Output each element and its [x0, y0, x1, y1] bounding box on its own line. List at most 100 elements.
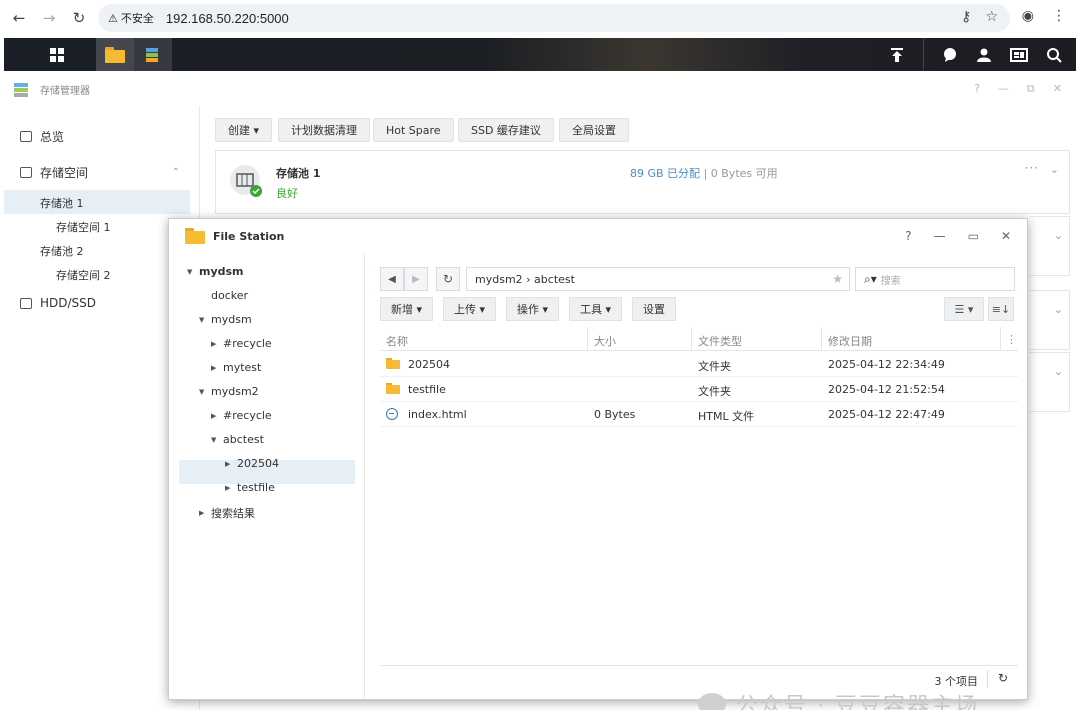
tree-item-recycle-1[interactable]: ▶ #recycle	[211, 337, 272, 350]
column-size[interactable]: 大小	[594, 333, 616, 349]
ssd-cache-button[interactable]: SSD 缓存建议	[458, 118, 554, 142]
refresh-icon[interactable]: ↻	[998, 671, 1008, 685]
tree-item-mydsm2[interactable]: ▼ mydsm2	[199, 385, 259, 398]
address-bar[interactable]: ⚠ 不安全 192.168.50.220:5000 ⚷ ☆	[98, 4, 1010, 32]
tree-item-testfile[interactable]: ▶ testfile	[225, 481, 275, 494]
reload-icon[interactable]: ↻	[68, 7, 90, 29]
close-icon[interactable]: ✕	[1001, 229, 1011, 243]
dsm-taskbar	[4, 38, 1076, 71]
table-row[interactable]: index.html 0 Bytes HTML 文件 2025-04-12 22…	[380, 402, 1018, 427]
help-icon[interactable]: ?	[905, 229, 911, 243]
caret-right-icon: ▶	[225, 459, 231, 468]
create-button[interactable]: 创建 ▾	[215, 118, 273, 142]
column-menu-icon[interactable]: ⋮	[1006, 333, 1017, 346]
caret-right-icon: ▶	[199, 509, 205, 517]
taskbar-file-station-button[interactable]	[96, 38, 134, 71]
widgets-icon[interactable]	[1010, 47, 1028, 63]
sidebar-item-pool1[interactable]: 存储池 1	[40, 195, 84, 211]
profile-icon[interactable]: ◉	[1022, 8, 1034, 24]
pool-card-4-edge[interactable]: ⌄	[1030, 352, 1070, 412]
sidebar-item-volume2[interactable]: 存储空间 2	[56, 267, 111, 283]
more-options-icon[interactable]: ···	[1025, 161, 1039, 175]
search-icon[interactable]	[1046, 47, 1062, 63]
menu-kebab-icon[interactable]: ⋮	[1052, 8, 1066, 24]
column-name[interactable]: 名称	[386, 333, 408, 349]
sidebar-item-pool2[interactable]: 存储池 2	[40, 243, 84, 259]
maximize-icon[interactable]: ▭	[968, 229, 979, 243]
sort-icon: ≡↓	[991, 302, 1011, 316]
forward-icon[interactable]: →	[38, 7, 60, 29]
html-file-icon	[386, 408, 398, 420]
warning-icon: ⚠	[108, 11, 118, 25]
sidebar-item-volume1[interactable]: 存储空间 1	[56, 219, 111, 235]
storage-manager-icon	[14, 83, 28, 97]
hot-spare-button[interactable]: Hot Spare	[373, 118, 454, 142]
column-type[interactable]: 文件类型	[698, 333, 742, 349]
minimize-icon[interactable]: —	[934, 229, 946, 243]
column-modified[interactable]: 修改日期	[828, 333, 872, 349]
settings-button[interactable]: 设置	[632, 297, 676, 321]
pool-card[interactable]: 存储池 1 良好 89 GB 已分配 | 0 Bytes 可用 ··· ⌄	[215, 150, 1070, 214]
bookmark-star-icon[interactable]: ☆	[985, 9, 998, 25]
minimize-icon[interactable]: —	[998, 82, 1009, 96]
schedule-scrub-button[interactable]: 计划数据清理	[278, 118, 370, 142]
tree-item-202504[interactable]: ▶ 202504	[225, 457, 279, 470]
new-button[interactable]: 新增 ▾	[380, 297, 434, 321]
file-station-titlebar[interactable]: File Station ? — ▭ ✕	[169, 219, 1027, 253]
caret-right-icon: ▶	[211, 411, 217, 420]
upload-icon[interactable]	[889, 47, 905, 63]
help-icon[interactable]: ?	[974, 82, 980, 96]
close-icon[interactable]: ✕	[1053, 82, 1062, 96]
sidebar-item-overview[interactable]: 总览	[20, 128, 64, 145]
search-icon: ⌕▾	[864, 271, 877, 286]
table-row[interactable]: 202504 文件夹 2025-04-12 22:34:49	[380, 352, 1018, 377]
sort-button[interactable]: ≡↓	[988, 297, 1014, 321]
tree-item-recycle-2[interactable]: ▶ #recycle	[211, 409, 272, 422]
restore-icon[interactable]: ⧉	[1027, 82, 1035, 96]
file-list-panel: ◀ ▶ ↻ mydsm2 › abctest ★ ⌕▾ 搜索 新增 ▾ 上传 ▾…	[366, 253, 1027, 699]
tree-item-abctest[interactable]: ▼ abctest	[211, 433, 264, 446]
main-menu-button[interactable]	[40, 38, 74, 71]
back-icon[interactable]: ←	[8, 7, 30, 29]
chevron-down-icon[interactable]: ⌄	[1050, 163, 1059, 176]
chevron-down-icon: ⌄	[1053, 365, 1063, 378]
storage-icon	[146, 47, 158, 62]
sidebar-selection	[4, 190, 190, 214]
caret-down-icon: ▼	[211, 435, 217, 444]
pool-card-2-edge[interactable]: ⌄	[1030, 216, 1070, 276]
pool-status: 良好	[276, 187, 298, 200]
file-station-icon	[185, 228, 205, 244]
grid-icon	[50, 47, 64, 62]
caret-down-icon: ▼	[199, 315, 205, 324]
refresh-button[interactable]: ↻	[436, 267, 460, 291]
password-key-icon[interactable]: ⚷	[961, 9, 971, 25]
path-field[interactable]: mydsm2 › abctest ★	[466, 267, 850, 291]
upload-button[interactable]: 上传 ▾	[443, 297, 497, 321]
sidebar-item-hdd[interactable]: HDD/SSD	[20, 296, 96, 310]
action-button[interactable]: 操作 ▾	[506, 297, 560, 321]
path-toolbar: ◀ ▶ ↻ mydsm2 › abctest ★ ⌕▾ 搜索	[380, 267, 1015, 291]
storage-space-icon	[20, 167, 32, 178]
favorite-star-icon[interactable]: ★	[832, 272, 843, 286]
tree-item-search-results[interactable]: ▶ 搜索结果	[199, 505, 255, 521]
tree-item-mydsm[interactable]: ▼ mydsm	[199, 313, 252, 326]
tree-item-docker[interactable]: docker	[211, 289, 248, 302]
taskbar-storage-manager-button[interactable]	[134, 38, 172, 71]
chat-icon[interactable]	[942, 47, 958, 63]
caret-right-icon: ▶	[211, 363, 217, 372]
user-icon[interactable]	[976, 47, 992, 63]
global-settings-button[interactable]: 全局设置	[559, 118, 629, 142]
table-row[interactable]: testfile 文件夹 2025-04-12 21:52:54	[380, 377, 1018, 402]
sidebar-item-storage[interactable]: 存储空间 ⌃	[20, 164, 180, 181]
table-header: 名称 大小 文件类型 修改日期 ⋮	[380, 327, 1018, 351]
forward-button[interactable]: ▶	[404, 267, 428, 291]
tree-item-mytest[interactable]: ▶ mytest	[211, 361, 261, 374]
search-input[interactable]: ⌕▾ 搜索	[855, 267, 1015, 291]
tools-button[interactable]: 工具 ▾	[569, 297, 623, 321]
security-warning[interactable]: ⚠ 不安全	[108, 10, 154, 26]
chevron-down-icon: ⌄	[1053, 303, 1063, 316]
pool-card-3-edge[interactable]: ⌄	[1030, 290, 1070, 350]
view-mode-button[interactable]: ☰ ▾	[944, 297, 984, 321]
back-button[interactable]: ◀	[380, 267, 404, 291]
tree-item-root[interactable]: ▼ mydsm	[187, 265, 244, 278]
